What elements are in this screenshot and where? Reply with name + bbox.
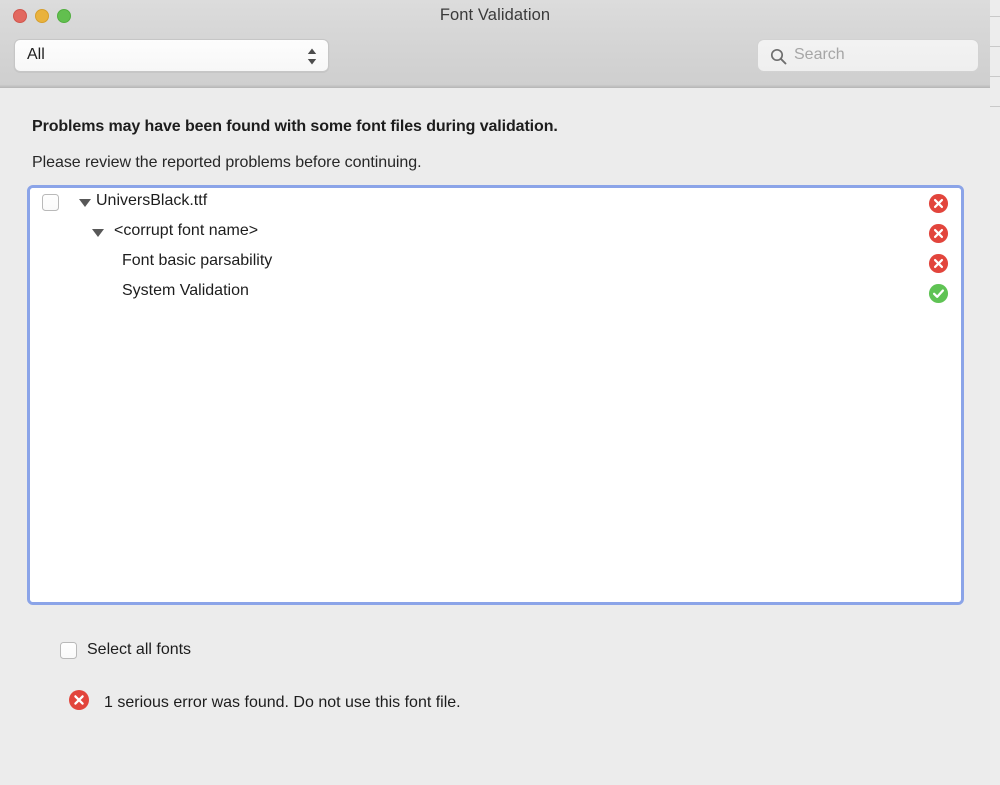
filter-popup-button[interactable]: All bbox=[14, 39, 329, 72]
filter-popup-value: All bbox=[27, 46, 45, 64]
table-row[interactable]: <corrupt font name> bbox=[30, 218, 961, 248]
table-row[interactable]: UniversBlack.ttf bbox=[30, 188, 961, 218]
select-all-fonts-row[interactable]: Select all fonts bbox=[60, 641, 191, 659]
select-all-fonts-label: Select all fonts bbox=[87, 641, 191, 659]
row-label: <corrupt font name> bbox=[114, 222, 258, 240]
error-circle-icon bbox=[928, 193, 949, 214]
validation-results-rows: UniversBlack.ttf <corrupt font name> Font … bbox=[30, 188, 961, 602]
window-content: Problems may have been found with some f… bbox=[0, 88, 990, 785]
error-circle-icon bbox=[928, 223, 949, 244]
error-circle-icon bbox=[928, 253, 949, 274]
validation-summary-row: 1 serious error was found. Do not use th… bbox=[68, 689, 461, 716]
error-circle-icon bbox=[68, 689, 90, 716]
disclosure-triangle-icon[interactable] bbox=[92, 229, 104, 237]
window-titlebar: Font Validation All Search bbox=[0, 0, 990, 88]
window-title: Font Validation bbox=[0, 6, 990, 25]
font-validation-window: Font Validation All Search Proble bbox=[0, 0, 990, 785]
table-row[interactable]: Font basic parsability bbox=[30, 248, 961, 278]
disclosure-triangle-icon[interactable] bbox=[79, 199, 91, 207]
row-label: System Validation bbox=[122, 282, 249, 300]
search-input-placeholder: Search bbox=[794, 46, 845, 64]
row-label: UniversBlack.ttf bbox=[96, 192, 207, 210]
search-icon bbox=[770, 48, 787, 70]
row-checkbox[interactable] bbox=[42, 194, 59, 211]
search-field[interactable]: Search bbox=[757, 39, 979, 72]
table-row[interactable]: System Validation bbox=[30, 278, 961, 308]
validation-headline: Problems may have been found with some f… bbox=[32, 118, 558, 136]
success-check-icon bbox=[928, 283, 949, 304]
select-all-fonts-checkbox[interactable] bbox=[60, 642, 77, 659]
chevron-up-down-icon bbox=[306, 47, 318, 66]
validation-results-list[interactable]: UniversBlack.ttf <corrupt font name> Font … bbox=[27, 185, 964, 605]
row-label: Font basic parsability bbox=[122, 252, 272, 270]
validation-subhead: Please review the reported problems befo… bbox=[32, 154, 422, 172]
validation-summary-text: 1 serious error was found. Do not use th… bbox=[104, 694, 461, 712]
